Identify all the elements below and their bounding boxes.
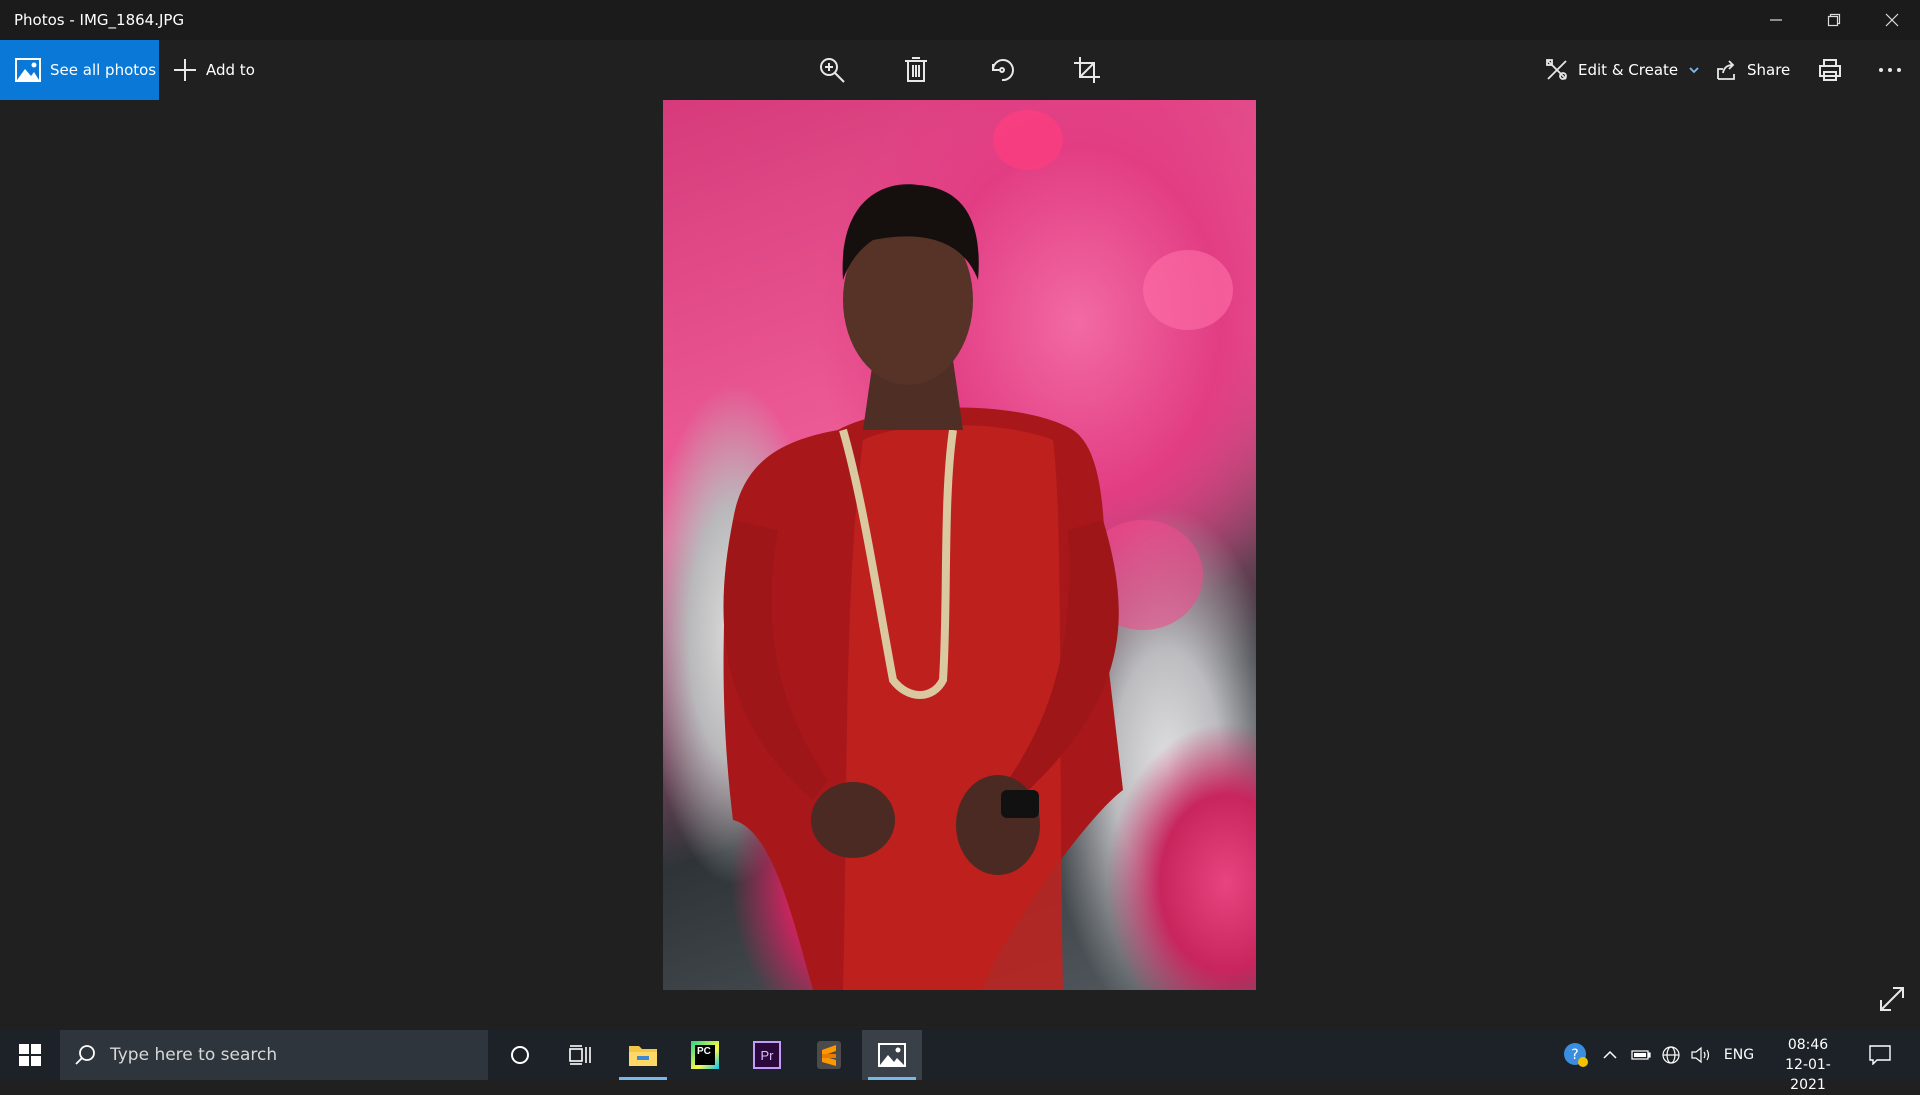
file-explorer-button[interactable] bbox=[613, 1030, 673, 1080]
clock-time: 08:46 bbox=[1787, 1037, 1829, 1053]
cortana-button[interactable] bbox=[490, 1030, 550, 1080]
more-icon bbox=[1879, 68, 1901, 72]
person-figure bbox=[723, 184, 1123, 990]
plus-icon bbox=[174, 59, 196, 81]
close-icon bbox=[1885, 13, 1899, 27]
volume-icon bbox=[1691, 1046, 1710, 1064]
task-view-button[interactable] bbox=[550, 1030, 610, 1080]
photo-viewer-image[interactable] bbox=[663, 100, 1256, 990]
print-button[interactable] bbox=[1810, 50, 1850, 90]
task-view-icon bbox=[569, 1045, 591, 1065]
chevron-down-icon bbox=[1689, 67, 1699, 74]
premiere-icon: Pr bbox=[753, 1041, 781, 1069]
help-icon: ? bbox=[1564, 1043, 1588, 1067]
fullscreen-button[interactable] bbox=[1878, 985, 1906, 1013]
notification-icon bbox=[1869, 1045, 1891, 1065]
see-all-photos-button[interactable]: See all photos bbox=[0, 40, 159, 100]
svg-text:?: ? bbox=[1571, 1047, 1578, 1063]
volume-tray-button[interactable] bbox=[1688, 1030, 1714, 1080]
sublime-text-icon bbox=[817, 1041, 841, 1069]
rotate-button[interactable] bbox=[982, 50, 1022, 90]
pycharm-label: PC bbox=[695, 1045, 715, 1065]
start-button[interactable] bbox=[0, 1030, 60, 1080]
edit-create-label: Edit & Create bbox=[1578, 61, 1679, 79]
edit-create-button[interactable]: Edit & Create bbox=[1546, 40, 1700, 100]
taskbar-clock[interactable]: 08:46 12-01-2021 bbox=[1768, 1035, 1848, 1095]
battery-tray-button[interactable] bbox=[1628, 1030, 1654, 1080]
see-all-photos-label: See all photos bbox=[50, 61, 157, 79]
chevron-up-icon bbox=[1603, 1050, 1617, 1059]
help-tray-button[interactable]: ? bbox=[1560, 1030, 1592, 1080]
search-icon bbox=[75, 1045, 95, 1065]
clock-date: 12-01-2021 bbox=[1785, 1057, 1831, 1093]
photos-icon bbox=[15, 58, 41, 82]
cortana-icon bbox=[511, 1046, 529, 1064]
expand-icon bbox=[1880, 987, 1904, 1011]
crop-icon bbox=[1074, 57, 1100, 83]
share-button[interactable]: Share bbox=[1715, 40, 1790, 100]
show-hidden-icons-button[interactable] bbox=[1598, 1030, 1622, 1080]
share-label: Share bbox=[1747, 61, 1791, 79]
action-center-button[interactable] bbox=[1862, 1030, 1898, 1080]
crop-button[interactable] bbox=[1067, 50, 1107, 90]
folder-icon bbox=[629, 1046, 657, 1066]
trash-icon bbox=[905, 57, 927, 82]
network-tray-button[interactable] bbox=[1658, 1030, 1684, 1080]
print-icon bbox=[1819, 59, 1841, 81]
sublime-text-button[interactable] bbox=[799, 1030, 859, 1080]
premiere-button[interactable]: Pr bbox=[737, 1030, 797, 1080]
language-indicator[interactable]: ENG bbox=[1718, 1030, 1760, 1080]
share-icon bbox=[1717, 60, 1735, 80]
zoom-in-icon bbox=[820, 58, 845, 83]
add-to-button[interactable]: Add to bbox=[172, 40, 255, 100]
close-button[interactable] bbox=[1864, 0, 1920, 40]
restore-icon bbox=[1827, 13, 1841, 27]
delete-button[interactable] bbox=[896, 50, 936, 90]
minimize-button[interactable] bbox=[1748, 0, 1804, 40]
search-placeholder: Type here to search bbox=[110, 1045, 278, 1065]
windows-icon bbox=[19, 1044, 41, 1066]
photos-app-button[interactable] bbox=[862, 1030, 922, 1080]
rotate-icon bbox=[992, 59, 1014, 82]
edit-create-icon bbox=[1546, 59, 1567, 80]
window-title: Photos - IMG_1864.JPG bbox=[14, 11, 185, 29]
pycharm-button[interactable]: PC bbox=[675, 1030, 735, 1080]
battery-icon bbox=[1631, 1050, 1651, 1060]
title-bar: Photos - IMG_1864.JPG bbox=[0, 0, 1920, 40]
zoom-button[interactable] bbox=[812, 50, 852, 90]
premiere-label: Pr bbox=[760, 1047, 774, 1063]
add-to-label: Add to bbox=[206, 61, 255, 79]
taskbar-search-box[interactable]: Type here to search bbox=[60, 1030, 488, 1080]
globe-icon bbox=[1662, 1046, 1680, 1064]
pycharm-icon: PC bbox=[691, 1041, 719, 1069]
restore-button[interactable] bbox=[1806, 0, 1862, 40]
photos-app-icon bbox=[878, 1043, 906, 1067]
minimize-icon bbox=[1770, 19, 1782, 21]
more-button[interactable] bbox=[1870, 50, 1910, 90]
toolbar: See all photos Add to Edit & Create Shar… bbox=[0, 40, 1920, 100]
taskbar: Type here to search PC Pr ? ENG 08:46 12… bbox=[0, 1030, 1920, 1093]
